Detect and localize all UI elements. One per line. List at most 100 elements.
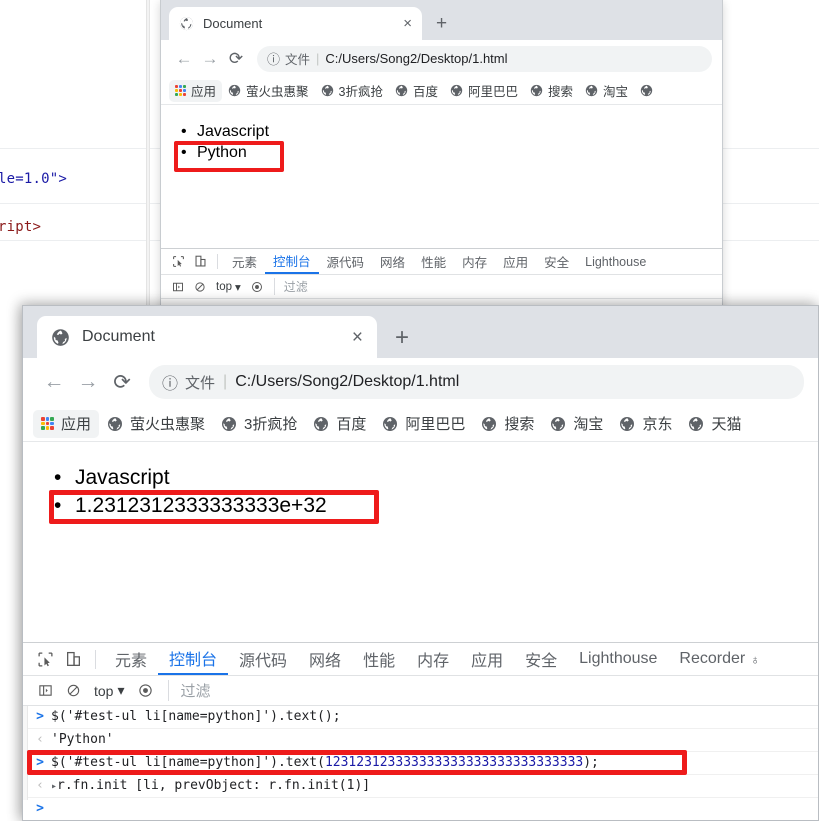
bookmark-item-6[interactable]: 淘宝 [579, 80, 634, 102]
editor-code-line-1: le=1.0"> [0, 171, 68, 187]
front-tabstrip: Document × + [23, 306, 818, 358]
bookmark-label: 淘宝 [573, 416, 604, 433]
front-url-scheme-label: 文件 [185, 374, 216, 392]
globe-icon [530, 84, 543, 97]
console-settings-eye-icon[interactable] [246, 276, 268, 298]
bookmark-item-2[interactable]: 3折疯抢 [213, 410, 305, 438]
clear-console-icon[interactable] [59, 677, 87, 705]
bookmark-item-2[interactable]: 3折疯抢 [315, 80, 389, 102]
front-console-toolbar: top ▾ 过滤 [23, 676, 818, 706]
devtools-tab-memory[interactable]: 内存 [406, 643, 460, 675]
console-command-prefix: $('#test-ul li[name=python]').text( [51, 755, 325, 770]
globe-icon [51, 328, 70, 347]
back-browser-tab[interactable]: Document × [169, 7, 422, 40]
console-filter-input[interactable]: 过滤 [167, 680, 811, 701]
globe-icon [619, 416, 635, 432]
bookmark-item-apps[interactable]: 应用 [33, 409, 100, 438]
inspect-element-icon[interactable] [31, 645, 59, 673]
bookmark-item-7[interactable]: 京东 [611, 410, 680, 438]
bookmark-label: 淘宝 [603, 85, 629, 99]
bookmark-label: 萤火虫惠聚 [130, 416, 206, 433]
front-list: Javascript 1.2312312333333333e+32 [23, 442, 818, 520]
devtools-tab-network[interactable]: 网络 [372, 249, 413, 274]
bookmark-item-7[interactable] [634, 80, 664, 102]
devtools-tab-lighthouse[interactable]: Lighthouse [577, 249, 654, 274]
bookmark-item-8[interactable]: 天猫 [680, 410, 749, 438]
device-toolbar-icon[interactable] [189, 251, 211, 273]
console-sidebar-icon[interactable] [167, 276, 189, 298]
foreground-browser-window[interactable]: Document × + ← → ⟳ ⓘ 文件 | C:/Users/Song2… [22, 305, 819, 821]
devtools-tab-console[interactable]: 控制台 [265, 249, 319, 274]
globe-icon [481, 416, 497, 432]
bookmark-item-5[interactable]: 搜索 [473, 410, 542, 438]
back-url-scheme-label: 文件 [285, 53, 311, 67]
bookmark-item-1[interactable]: 萤火虫惠聚 [99, 410, 213, 438]
bookmark-item-4[interactable]: 阿里巴巴 [444, 80, 524, 102]
back-address-bar[interactable]: ⓘ 文件 | C:/Users/Song2/Desktop/1.html [257, 45, 712, 72]
bookmark-item-4[interactable]: 阿里巴巴 [374, 410, 473, 438]
devtools-tab-application[interactable]: 应用 [460, 643, 514, 675]
close-icon[interactable]: × [403, 16, 412, 31]
bookmark-item-3[interactable]: 百度 [389, 80, 444, 102]
front-address-bar[interactable]: ⓘ 文件 | C:/Users/Song2/Desktop/1.html [149, 365, 804, 399]
bookmark-item-5[interactable]: 搜索 [524, 80, 579, 102]
devtools-tab-memory[interactable]: 内存 [454, 249, 495, 274]
console-output[interactable]: > $('#test-ul li[name=python]').text(); … [23, 706, 818, 816]
list-item: Javascript [54, 464, 818, 492]
devtools-tab-performance[interactable]: 性能 [352, 643, 406, 675]
inspect-element-icon[interactable] [167, 251, 189, 273]
globe-icon [221, 416, 237, 432]
back-page-viewport: Javascript Python [161, 105, 722, 248]
console-context-selector[interactable]: top ▾ [211, 280, 246, 294]
bookmark-label: 搜索 [504, 416, 535, 433]
bookmark-item-1[interactable]: 萤火虫惠聚 [222, 80, 315, 102]
bookmark-label: 萤火虫惠聚 [246, 85, 309, 99]
bookmark-item-3[interactable]: 百度 [305, 410, 374, 438]
console-prompt-icon: > [36, 709, 44, 724]
devtools-tab-network[interactable]: 网络 [298, 643, 352, 675]
reload-icon[interactable]: ⟳ [223, 46, 249, 72]
devtools-tab-security[interactable]: 安全 [514, 643, 568, 675]
info-circle-icon[interactable]: ⓘ [267, 49, 280, 68]
devtools-tab-elements[interactable]: 元素 [224, 249, 265, 274]
console-command-number: 123123123333333333333333333333333 [324, 755, 584, 770]
console-filter-input[interactable]: 过滤 [273, 278, 716, 295]
new-tab-icon[interactable]: + [395, 326, 409, 350]
close-icon[interactable]: × [352, 328, 363, 347]
back-tab-title: Document [203, 16, 263, 31]
clear-console-icon[interactable] [189, 276, 211, 298]
forward-arrow-icon[interactable]: → [197, 46, 223, 72]
back-arrow-icon[interactable]: ← [37, 365, 71, 399]
devtools-tab-security[interactable]: 安全 [536, 249, 577, 274]
info-circle-icon[interactable]: ⓘ [162, 370, 178, 394]
device-toolbar-icon[interactable] [59, 645, 87, 673]
console-command-text: $('#test-ul li[name=python]').text(); [51, 709, 341, 724]
bookmark-item-6[interactable]: 淘宝 [542, 410, 611, 438]
console-context-selector[interactable]: top ▾ [87, 682, 132, 699]
back-devtools-panel: 元素 控制台 源代码 网络 性能 内存 应用 安全 Lighthouse top [161, 248, 722, 299]
console-sidebar-icon[interactable] [31, 677, 59, 705]
console-prompt-line[interactable]: > [23, 798, 818, 820]
front-toolbar: ← → ⟳ ⓘ 文件 | C:/Users/Song2/Desktop/1.ht… [23, 358, 818, 406]
devtools-tab-elements[interactable]: 元素 [104, 643, 158, 675]
new-tab-icon[interactable]: + [436, 14, 447, 33]
reload-icon[interactable]: ⟳ [105, 365, 139, 399]
background-browser-window[interactable]: Document × + ← → ⟳ ⓘ 文件 | C:/Users/Song2… [160, 0, 723, 312]
bookmark-label: 天猫 [711, 416, 742, 433]
console-settings-eye-icon[interactable] [132, 677, 160, 705]
devtools-tab-application[interactable]: 应用 [495, 249, 536, 274]
devtools-tab-sources[interactable]: 源代码 [228, 643, 298, 675]
devtools-tab-console[interactable]: 控制台 [158, 643, 229, 675]
console-input-line-2[interactable]: > $('#test-ul li[name=python]').text(123… [23, 752, 818, 775]
back-bookmarks-bar: 应用 萤火虫惠聚 3折疯抢 百度 阿里巴巴 搜索 淘宝 [161, 77, 722, 105]
bookmark-item-apps[interactable]: 应用 [169, 79, 223, 102]
devtools-tab-lighthouse[interactable]: Lighthouse [568, 643, 668, 675]
devtools-tab-recorder[interactable]: Recorder ♁ [668, 643, 771, 675]
devtools-tab-performance[interactable]: 性能 [413, 249, 454, 274]
forward-arrow-icon[interactable]: → [71, 365, 105, 399]
back-arrow-icon[interactable]: ← [171, 46, 197, 72]
front-bookmarks-bar: 应用 萤火虫惠聚 3折疯抢 百度 阿里巴巴 搜索 淘宝 京东 天猫 [23, 406, 818, 442]
console-input-line-1[interactable]: > $('#test-ul li[name=python]').text(); [23, 706, 818, 729]
front-browser-tab[interactable]: Document × [37, 316, 377, 358]
devtools-tab-sources[interactable]: 源代码 [319, 249, 373, 274]
